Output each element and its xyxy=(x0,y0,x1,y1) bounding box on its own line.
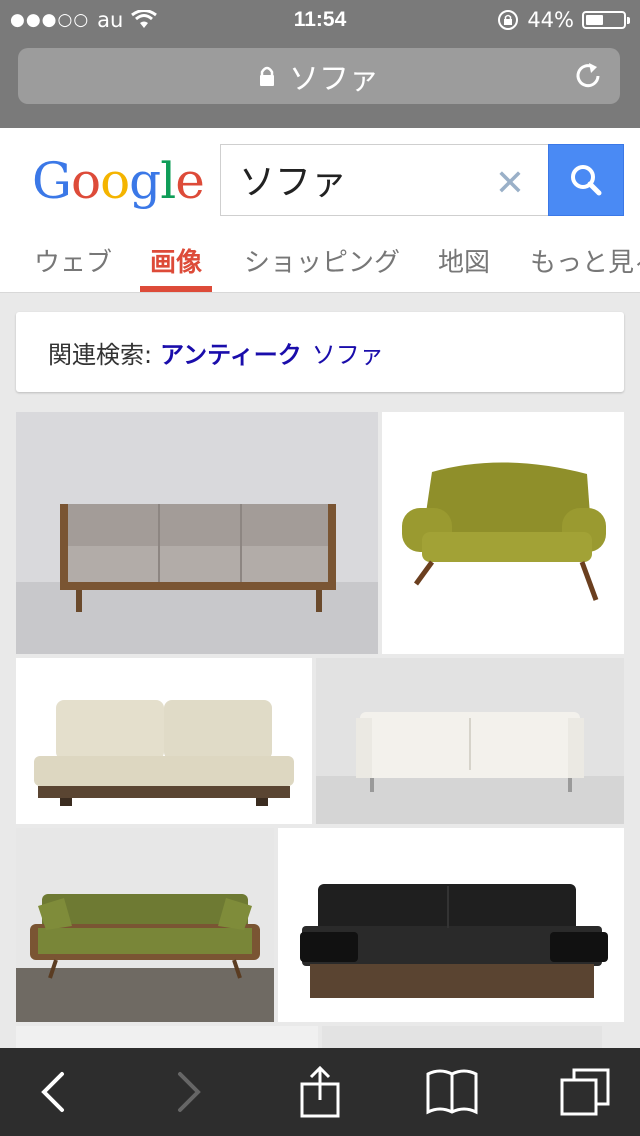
address-bar[interactable]: ソファ xyxy=(18,48,620,104)
search-box[interactable]: ✕ xyxy=(220,144,550,216)
forward-icon[interactable] xyxy=(162,1066,214,1118)
tab-images[interactable]: 画像 xyxy=(150,242,202,279)
google-logo[interactable]: Google xyxy=(32,152,205,210)
tab-more[interactable]: もっと見る xyxy=(530,242,640,279)
image-result[interactable] xyxy=(322,1026,602,1048)
related-search-label: 関連検索: xyxy=(48,340,153,369)
share-icon[interactable] xyxy=(294,1066,346,1118)
lock-icon xyxy=(260,66,274,86)
search-icon xyxy=(571,165,602,196)
image-result[interactable] xyxy=(278,828,624,1022)
tab-maps[interactable]: 地図 xyxy=(438,242,490,279)
browser-toolbar xyxy=(0,1048,640,1136)
status-bar: ●●●○○ au 11:54 44% xyxy=(0,0,640,40)
address-text: ソファ xyxy=(289,62,379,97)
search-tabs: ウェブ 画像 ショッピング 地図 もっと見る xyxy=(0,226,640,293)
image-result[interactable] xyxy=(16,412,378,654)
related-search-keyword[interactable]: アンティーク xyxy=(160,335,302,370)
related-search-card[interactable]: 関連検索: アンティーク ソファ xyxy=(16,312,624,392)
image-result[interactable] xyxy=(316,658,624,824)
back-icon[interactable] xyxy=(28,1066,80,1118)
tabs-icon[interactable] xyxy=(560,1066,612,1118)
related-search-term[interactable]: ソファ xyxy=(312,335,384,370)
image-result[interactable] xyxy=(16,1026,318,1048)
image-result[interactable] xyxy=(16,658,312,824)
browser-url-area: ソファ xyxy=(0,40,640,128)
search-input[interactable] xyxy=(237,157,491,200)
image-result[interactable] xyxy=(382,412,624,654)
status-right: 44% xyxy=(497,8,630,32)
clear-icon[interactable]: ✕ xyxy=(495,163,525,204)
rotation-lock-icon xyxy=(498,10,519,30)
google-header: Google ✕ xyxy=(0,128,640,227)
battery-icon xyxy=(582,11,630,29)
tab-web[interactable]: ウェブ xyxy=(34,242,112,279)
battery-percent: 44% xyxy=(527,8,574,32)
search-button[interactable] xyxy=(548,144,624,216)
active-tab-indicator xyxy=(140,286,212,292)
reload-icon[interactable] xyxy=(572,60,604,92)
image-result[interactable] xyxy=(16,828,274,1022)
tab-shopping[interactable]: ショッピング xyxy=(244,242,400,279)
bookmarks-icon[interactable] xyxy=(426,1066,478,1118)
